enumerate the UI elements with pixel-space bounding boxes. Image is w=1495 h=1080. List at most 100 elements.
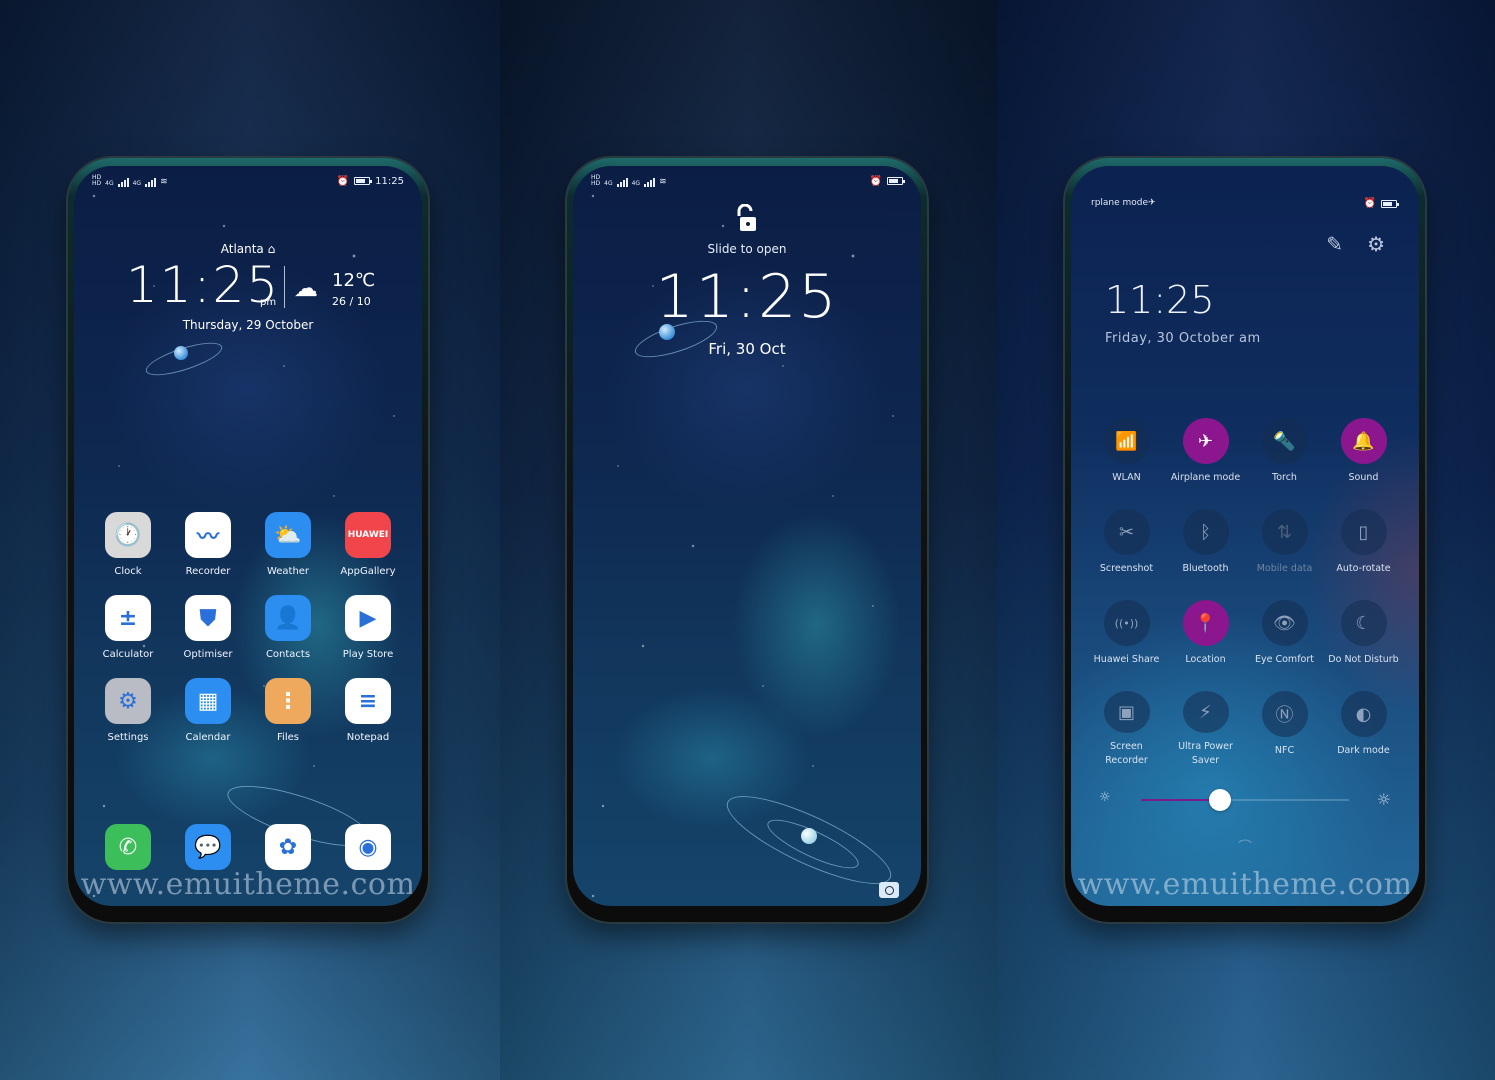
status-time: 11:25 — [375, 175, 404, 187]
toggle-label: Do Not Disturb — [1328, 654, 1399, 665]
play-store-icon: ▶ — [345, 595, 391, 641]
app-phone[interactable]: ✆ — [88, 824, 168, 870]
lock-clock: 11:25 — [655, 262, 839, 332]
toggle-eye-comfort[interactable]: 👁 Eye Comfort — [1245, 600, 1324, 677]
camera-shortcut-icon[interactable] — [879, 882, 899, 898]
camera-icon: ◉ — [345, 824, 391, 870]
app-grid: 🕐 Clock 〰 Recorder ⛅ Weather HUAWEI AppGallery ±… — [88, 512, 408, 743]
toggle-ultra-power-saver[interactable]: ⚡ Ultra Power Saver — [1166, 691, 1245, 768]
battery-icon — [1381, 199, 1399, 208]
clock-icon: 🕐 — [105, 512, 151, 558]
collapse-handle[interactable]: ︵ — [1071, 827, 1419, 847]
toggle-label: Torch — [1272, 472, 1297, 483]
app-recorder[interactable]: 〰 Recorder — [168, 512, 248, 577]
brightness-low-icon: ☼ — [1099, 790, 1111, 805]
toggle-bluetooth[interactable]: ᛒ Bluetooth — [1166, 509, 1245, 586]
toggle-label: Bluetooth — [1182, 563, 1229, 574]
app-notepad[interactable]: ≡ Notepad — [328, 678, 408, 743]
toggle-screenshot[interactable]: ✂ Screenshot — [1087, 509, 1166, 586]
moon-icon: ☾ — [1340, 600, 1387, 646]
toggle-auto-rotate[interactable]: ▯ Auto-rotate — [1324, 509, 1403, 586]
unlock-icon[interactable] — [573, 203, 921, 238]
app-label: Files — [277, 732, 299, 743]
temperature[interactable]: 12℃ — [332, 270, 375, 291]
network-type: 4G — [105, 180, 114, 187]
status-bar: ⏰ — [1364, 198, 1399, 209]
watermark: www.emuitheme.com — [1077, 867, 1413, 902]
toggle-label: NFC — [1274, 745, 1295, 756]
home-screen: HD HD 4G 4G ≋ ⏰ 11:25 Atlanta ⌂ 11:25 pm … — [74, 166, 422, 906]
settings-icon: ⚙ — [105, 678, 151, 724]
toggle-wlan[interactable]: 📶 WLAN — [1087, 418, 1166, 495]
toggle-dark-mode[interactable]: ◐ Dark mode — [1324, 691, 1403, 768]
app-clock[interactable]: 🕐 Clock — [88, 512, 168, 577]
toggle-airplane-mode[interactable]: ✈ Airplane mode — [1166, 418, 1245, 495]
app-calculator[interactable]: ± Calculator — [88, 595, 168, 660]
sim-icon: HD HD — [92, 174, 102, 187]
app-play-store[interactable]: ▶ Play Store — [328, 595, 408, 660]
app-label: Clock — [114, 566, 142, 577]
app-messages[interactable]: 💬 — [168, 824, 248, 870]
app-camera[interactable]: ◉ — [328, 824, 408, 870]
sim-icon: HD HD — [591, 174, 601, 187]
app-files[interactable]: ⋮ Files — [248, 678, 328, 743]
toggle-screen-recorder[interactable]: ▣ Screen Recorder — [1087, 691, 1166, 768]
brightness-control: ☼ ☼ — [1099, 788, 1391, 812]
battery-icon — [354, 177, 373, 185]
network-type: 4G — [604, 180, 613, 187]
control-center: rplane mode✈ ⏰ ✎ ⚙ 11:25 Friday, 30 Octo… — [1071, 166, 1419, 906]
huawei-share-icon: ((•)) — [1103, 600, 1150, 646]
brightness-thumb[interactable] — [1209, 789, 1232, 811]
ampm-label: pm — [260, 297, 277, 308]
app-optimiser[interactable]: ⛊ Optimiser — [168, 595, 248, 660]
app-contacts[interactable]: 👤 Contacts — [248, 595, 328, 660]
phone-icon: ✆ — [105, 824, 151, 870]
airplane-icon: ✈ — [1148, 198, 1156, 208]
app-settings[interactable]: ⚙ Settings — [88, 678, 168, 743]
toggle-location[interactable]: 📍 Location — [1166, 600, 1245, 677]
toggle-nfc[interactable]: Ⓝ NFC — [1245, 691, 1324, 768]
network-type: 4G — [132, 180, 142, 187]
lock-screen: HD HD 4G 4G ≋ ⏰ Slide to open 11:25 Fri, … — [573, 166, 921, 906]
mobile-data-icon: ⇅ — [1261, 509, 1308, 555]
app-label: Calendar — [185, 732, 231, 743]
optimiser-icon: ⛊ — [185, 595, 231, 641]
phone-control-center: rplane mode✈ ⏰ ✎ ⚙ 11:25 Friday, 30 Octo… — [1065, 158, 1425, 922]
brightness-slider[interactable] — [1141, 789, 1349, 811]
battery-saver-icon: ⚡ — [1182, 691, 1229, 733]
control-date: Friday, 30 October am — [1105, 331, 1261, 346]
app-gallery[interactable]: ✿ — [248, 824, 328, 870]
toggle-label: Dark mode — [1337, 745, 1390, 756]
toggle-torch[interactable]: 🔦 Torch — [1245, 418, 1324, 495]
wifi-icon: ≋ — [160, 177, 168, 187]
screen-recorder-icon: ▣ — [1103, 691, 1150, 733]
auto-rotate-icon: ▯ — [1340, 509, 1387, 555]
app-label: Optimiser — [183, 649, 233, 660]
bell-icon: 🔔 — [1340, 418, 1387, 464]
weather-location[interactable]: Atlanta ⌂ — [74, 242, 422, 256]
phone-lock-screen: HD HD 4G 4G ≋ ⏰ Slide to open 11:25 Fri, … — [567, 158, 927, 922]
toggle-mobile-data[interactable]: ⇅ Mobile data — [1245, 509, 1324, 586]
gear-icon[interactable]: ⚙ — [1367, 232, 1385, 256]
network-type: 4G — [631, 180, 641, 187]
weather-icon: ⛅ — [265, 512, 311, 558]
toggle-huawei-share[interactable]: ((•)) Huawei Share — [1087, 600, 1166, 677]
status-bar: HD HD 4G 4G ≋ ⏰ — [591, 173, 905, 189]
app-appgallery[interactable]: HUAWEI AppGallery — [328, 512, 408, 577]
temperature-range: 26 / 10 — [332, 295, 371, 308]
toggle-sound[interactable]: 🔔 Sound — [1324, 418, 1403, 495]
toggle-label: Screen Recorder — [1105, 741, 1148, 766]
clock-widget[interactable]: 11:25 — [126, 256, 280, 314]
toggle-label: WLAN — [1112, 472, 1141, 483]
torch-icon: 🔦 — [1261, 418, 1308, 464]
eye-icon: 👁 — [1261, 600, 1308, 646]
app-label: Recorder — [185, 566, 231, 577]
toggle-do-not-disturb[interactable]: ☾ Do Not Disturb — [1324, 600, 1403, 677]
edit-icon[interactable]: ✎ — [1326, 232, 1343, 256]
planet-decoration — [801, 828, 817, 844]
toggle-label: Sound — [1348, 472, 1379, 483]
home-icon: ⌂ — [267, 242, 276, 256]
app-weather[interactable]: ⛅ Weather — [248, 512, 328, 577]
watermark: www.emuitheme.com — [80, 867, 416, 902]
app-calendar[interactable]: ▦ Calendar — [168, 678, 248, 743]
